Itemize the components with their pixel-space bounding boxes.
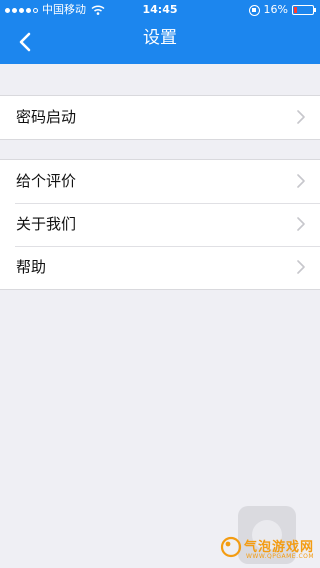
settings-item-about[interactable]: 关于我们: [0, 203, 320, 246]
watermark-logo: 气泡游戏网 WWW.QPGAME.COM: [220, 506, 316, 564]
status-bar: 中国移动 14:45 16%: [0, 0, 320, 20]
settings-item-label: 给个评价: [16, 172, 77, 190]
rotation-lock-icon: [248, 4, 260, 16]
navigation-bar: 设置: [0, 20, 320, 64]
status-right: 16%: [248, 0, 316, 20]
settings-item-password-launch[interactable]: 密码启动: [0, 96, 320, 139]
settings-item-label: 关于我们: [16, 215, 77, 233]
settings-item-rate[interactable]: 给个评价: [0, 160, 320, 203]
chevron-right-icon: [297, 110, 305, 124]
chevron-right-icon: [297, 217, 305, 231]
top-bar: 中国移动 14:45 16% 设置: [0, 0, 320, 64]
settings-group-security: 密码启动: [0, 95, 320, 140]
settings-item-label: 帮助: [16, 258, 47, 276]
battery-percent: 16%: [263, 3, 288, 16]
page-title: 设置: [143, 28, 177, 48]
chevron-right-icon: [297, 260, 305, 274]
settings-item-label: 密码启动: [16, 108, 77, 126]
chevron-right-icon: [297, 174, 305, 188]
settings-group-general: 给个评价 关于我们 帮助: [0, 159, 320, 290]
battery-icon: [292, 5, 316, 15]
settings-item-help[interactable]: 帮助: [0, 246, 320, 289]
watermark-url: WWW.QPGAME.COM: [246, 553, 315, 560]
